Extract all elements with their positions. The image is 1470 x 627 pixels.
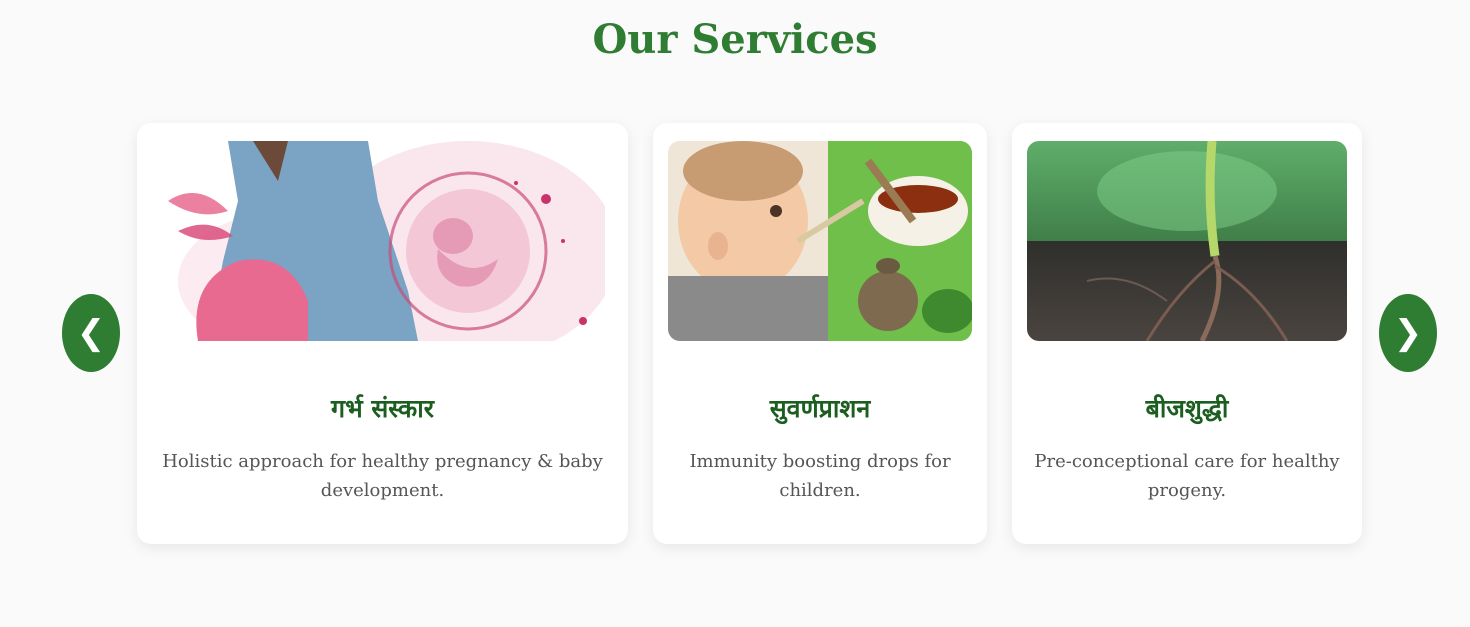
services-section: Our Services ❮ गर्भ संस्कार Holistic app… xyxy=(0,0,1470,627)
section-title: Our Services xyxy=(592,16,878,63)
service-title: सुवर्णप्राशन xyxy=(769,394,871,423)
chevron-left-icon: ❮ xyxy=(76,313,106,353)
service-card-beejshuddhi[interactable]: बीजशुद्धी Pre-conceptional care for heal… xyxy=(1012,123,1362,544)
chevron-right-icon: ❯ xyxy=(1393,313,1423,353)
service-title: गर्भ संस्कार xyxy=(331,394,434,423)
service-card-garbh-sanskar[interactable]: गर्भ संस्कार Holistic approach for healt… xyxy=(137,123,628,544)
service-title: बीजशुद्धी xyxy=(1145,394,1229,423)
seedling-image xyxy=(1027,141,1347,341)
service-description: Immunity boosting drops for children. xyxy=(689,451,951,501)
service-card-suvarnaprashan[interactable]: सुवर्णप्राशन Immunity boosting drops for… xyxy=(653,123,987,544)
carousel-next-button[interactable]: ❯ xyxy=(1379,294,1437,372)
service-description: Pre-conceptional care for healthy progen… xyxy=(1034,451,1340,501)
pregnancy-illustration-image xyxy=(168,141,605,341)
carousel-prev-button[interactable]: ❮ xyxy=(62,294,120,372)
baby-feeding-image xyxy=(668,141,972,341)
service-description: Holistic approach for healthy pregnancy … xyxy=(162,451,603,501)
